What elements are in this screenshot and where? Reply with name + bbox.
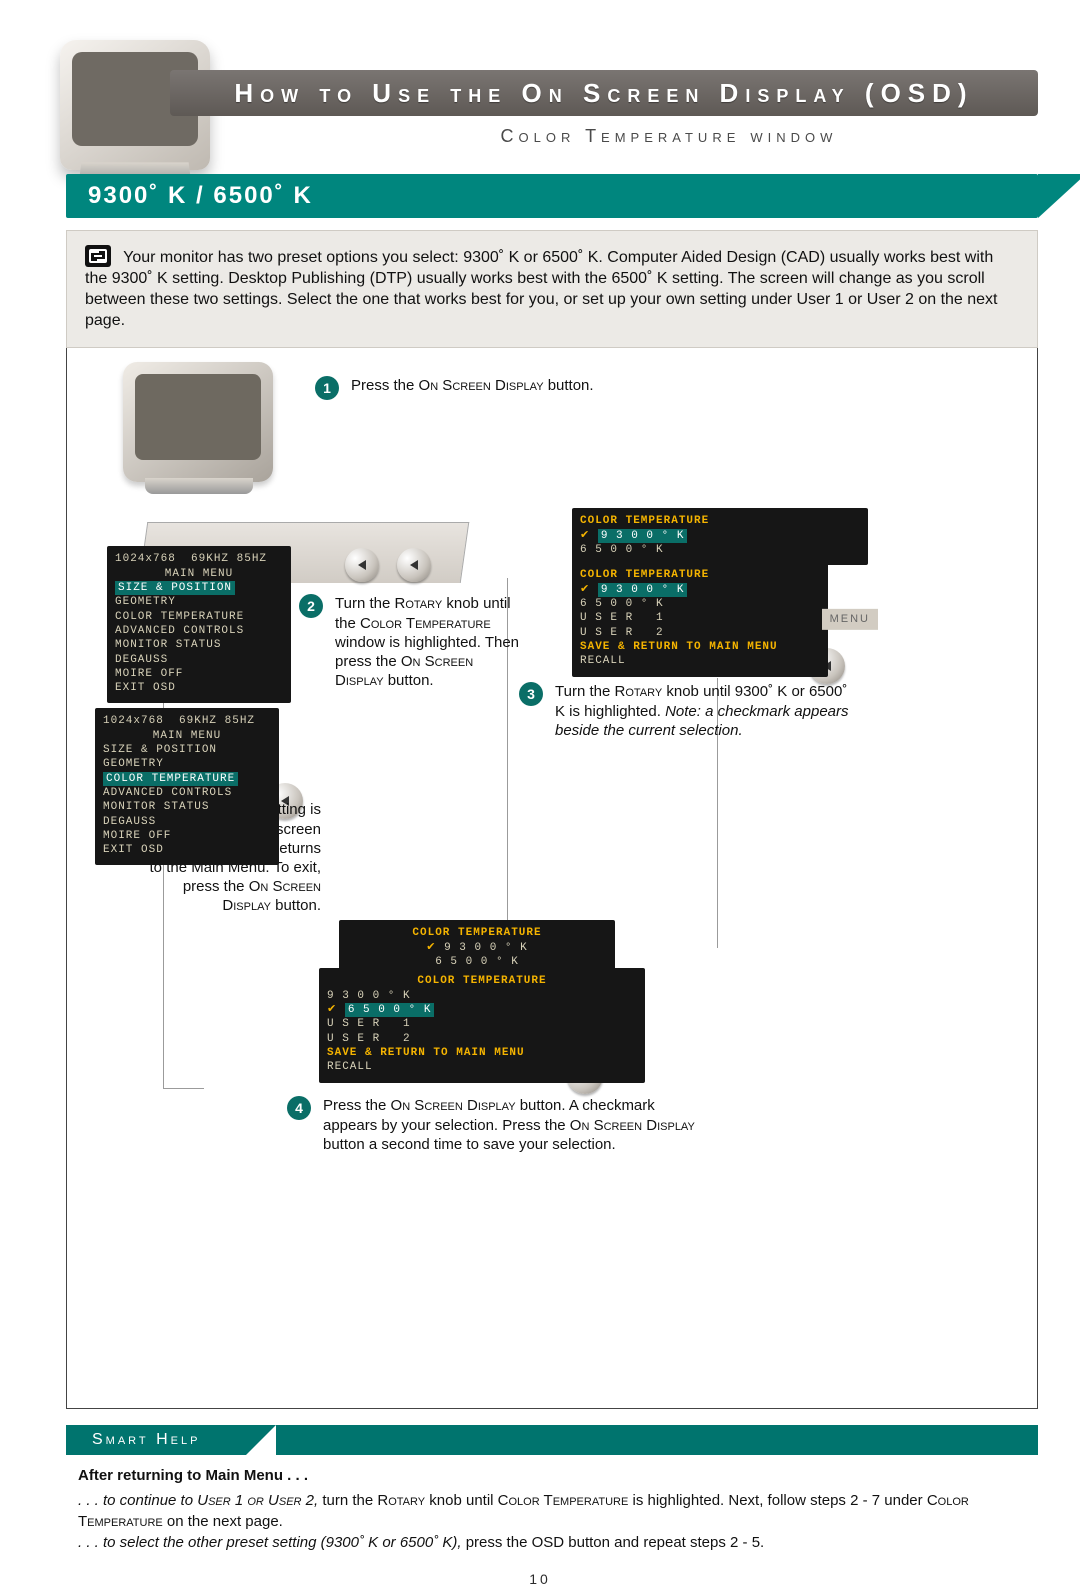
step-text: Turn the Rotary knob until 9300˚ K or 65… — [555, 682, 855, 740]
osd-color-temp-panel: COLOR TEMPERATURE 9 3 0 0 ° K 6 5 0 0 ° … — [572, 562, 828, 676]
monitor-small-base — [145, 478, 253, 494]
step-number: 3 — [519, 682, 543, 706]
osd-color-temp-panel: COLOR TEMPERATURE 9 3 0 0 ° K 6 5 0 0 ° … — [319, 968, 645, 1082]
page-title: How to Use the On Screen Display (OSD) — [234, 78, 973, 109]
section-title: 9300˚ K / 6500˚ K — [88, 182, 313, 210]
osd-main-menu-panel: 1024x768 69KHZ 85HZ MAIN MENU SIZE & POS… — [107, 546, 291, 703]
smart-help-line1: . . . to continue to User 1 or User 2, t… — [78, 1490, 1026, 1532]
menu-label: MENU — [822, 609, 878, 629]
step-number: 4 — [287, 1096, 311, 1120]
step-1: 1 Press the On Screen Display button. — [315, 376, 594, 400]
page-subtitle: Color Temperature window — [300, 126, 1038, 147]
osd-icon — [85, 245, 111, 267]
step-text: Press the On Screen Display button. — [351, 376, 594, 400]
manual-page: How to Use the On Screen Display (OSD) C… — [0, 0, 1080, 1587]
step-text: Turn the Rotary knob until the Color Tem… — [335, 594, 525, 690]
smart-help-label: Smart Help — [92, 1431, 200, 1449]
osd-main-menu-panel: 1024x768 69KHZ 85HZ MAIN MENU SIZE & POS… — [95, 708, 279, 865]
osd-color-temp-header: COLOR TEMPERATURE 9 3 0 0 ° K 6 5 0 0 ° … — [572, 508, 868, 565]
smart-help-line2: . . . to select the other preset setting… — [78, 1532, 1026, 1553]
step-number: 1 — [315, 376, 339, 400]
section-banner: 9300˚ K / 6500˚ K — [66, 174, 1038, 218]
header-bar: How to Use the On Screen Display (OSD) — [170, 70, 1038, 116]
intro-paragraph: Your monitor has two preset options you … — [66, 230, 1038, 348]
monitor-small-illustration — [123, 362, 273, 482]
page-number: 10 — [0, 1571, 1080, 1587]
smart-help-lead: After returning to Main Menu . . . — [78, 1465, 1026, 1486]
step-3: 3 Turn the Rotary knob until 9300˚ K or … — [519, 682, 855, 740]
step-text: Press the On Screen Display button. A ch… — [323, 1096, 703, 1154]
diagram-canvas: 1 Press the On Screen Display button. 2 … — [66, 348, 1038, 1409]
smart-help-body: After returning to Main Menu . . . . . .… — [78, 1465, 1026, 1553]
smart-help-banner: Smart Help — [66, 1425, 1038, 1455]
intro-text: Your monitor has two preset options you … — [85, 249, 998, 329]
page-header: How to Use the On Screen Display (OSD) C… — [0, 0, 1080, 170]
step-number: 2 — [299, 594, 323, 618]
step-4: 4 Press the On Screen Display button. A … — [287, 1096, 703, 1154]
step-2: 2 Turn the Rotary knob until the Color T… — [299, 594, 525, 690]
